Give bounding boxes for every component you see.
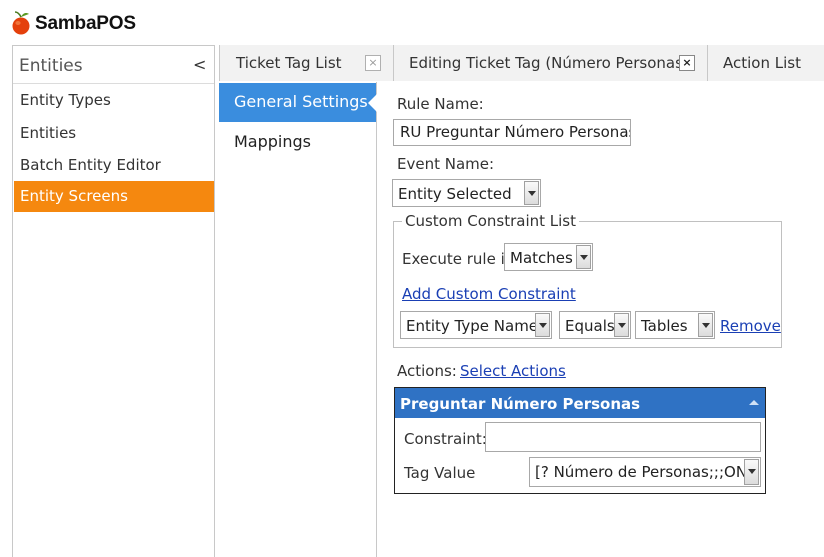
execute-rule-select[interactable]: Matches bbox=[504, 243, 593, 271]
sidebar-item-entity-screens[interactable]: Entity Screens bbox=[14, 181, 214, 212]
menu-item-general-settings[interactable]: General Settings bbox=[219, 83, 377, 122]
tab-ticket-tag-list[interactable]: Ticket Tag List × bbox=[219, 45, 394, 81]
action-panel: Preguntar Número Personas Constraint: Ta… bbox=[394, 387, 766, 494]
menu-item-label: Mappings bbox=[234, 132, 311, 151]
rule-name-label: Rule Name: bbox=[397, 95, 484, 113]
tag-value-select[interactable]: [? Número de Personas;;;ON] bbox=[529, 457, 761, 487]
constraint-field-select[interactable]: Entity Type Name bbox=[400, 311, 552, 339]
app-header: SambaPOS bbox=[0, 0, 824, 44]
tab-editing-ticket-tag[interactable]: Editing Ticket Tag (Número Personas) × bbox=[393, 45, 708, 81]
constraint-field-value: Entity Type Name bbox=[406, 317, 539, 335]
action-constraint-label: Constraint: bbox=[404, 430, 487, 448]
tag-value-text: [? Número de Personas;;;ON] bbox=[535, 463, 753, 481]
app-title: SambaPOS bbox=[35, 13, 136, 34]
sidebar-item-entities[interactable]: Entities bbox=[14, 118, 214, 149]
action-constraint-input[interactable] bbox=[485, 422, 761, 452]
execute-rule-value: Matches bbox=[510, 249, 573, 267]
selection-pointer-icon bbox=[368, 94, 377, 112]
rule-name-input[interactable]: RU Preguntar Número Personas bbox=[393, 119, 631, 146]
tab-label: Action List bbox=[723, 54, 801, 72]
collapse-arrow-icon[interactable] bbox=[749, 400, 759, 405]
constraint-operator-value: Equals bbox=[565, 317, 615, 335]
action-title: Preguntar Número Personas bbox=[400, 395, 641, 413]
tab-action-list[interactable]: Action List bbox=[707, 45, 824, 81]
add-custom-constraint-link[interactable]: Add Custom Constraint bbox=[402, 285, 576, 303]
close-icon[interactable]: × bbox=[365, 55, 381, 71]
remove-constraint-link[interactable]: Remove bbox=[720, 317, 781, 335]
chevron-down-icon[interactable] bbox=[744, 459, 759, 485]
chevron-down-icon[interactable] bbox=[535, 313, 550, 337]
select-actions-link[interactable]: Select Actions bbox=[460, 362, 566, 380]
sidebar-item-entity-types[interactable]: Entity Types bbox=[14, 85, 214, 116]
event-name-value: Entity Selected bbox=[398, 185, 512, 203]
chevron-down-icon[interactable] bbox=[576, 245, 591, 269]
constraint-value-value: Tables bbox=[641, 317, 688, 335]
entities-sidebar: Entities < Entity Types Entities Batch E… bbox=[12, 45, 215, 557]
chevron-down-icon[interactable] bbox=[614, 313, 629, 337]
chevron-down-icon[interactable] bbox=[524, 181, 539, 205]
settings-menu: General Settings Mappings bbox=[219, 82, 377, 557]
tab-label: Ticket Tag List bbox=[236, 54, 342, 72]
document-tabs: Ticket Tag List × Editing Ticket Tag (Nú… bbox=[219, 45, 824, 81]
constraint-value-select[interactable]: Tables bbox=[635, 311, 715, 339]
actions-label: Actions: bbox=[397, 362, 457, 380]
sidebar-title: Entities bbox=[19, 56, 83, 76]
execute-rule-label: Execute rule if bbox=[402, 250, 511, 268]
tab-label: Editing Ticket Tag (Número Personas) bbox=[409, 54, 689, 72]
sidebar-header: Entities < bbox=[13, 46, 214, 84]
orange-fruit-icon bbox=[10, 11, 32, 35]
event-name-label: Event Name: bbox=[397, 155, 495, 173]
collapse-sidebar-button[interactable]: < bbox=[193, 55, 206, 74]
action-header[interactable]: Preguntar Número Personas bbox=[395, 388, 765, 418]
constraint-operator-select[interactable]: Equals bbox=[559, 311, 631, 339]
menu-item-mappings[interactable]: Mappings bbox=[219, 123, 376, 162]
menu-item-label: General Settings bbox=[234, 92, 368, 111]
sidebar-item-batch-entity-editor[interactable]: Batch Entity Editor bbox=[14, 150, 214, 181]
close-icon[interactable]: × bbox=[679, 55, 695, 71]
chevron-down-icon[interactable] bbox=[698, 313, 713, 337]
tag-value-label: Tag Value bbox=[404, 464, 476, 482]
custom-constraint-legend: Custom Constraint List bbox=[402, 212, 579, 230]
event-name-select[interactable]: Entity Selected bbox=[392, 179, 541, 207]
